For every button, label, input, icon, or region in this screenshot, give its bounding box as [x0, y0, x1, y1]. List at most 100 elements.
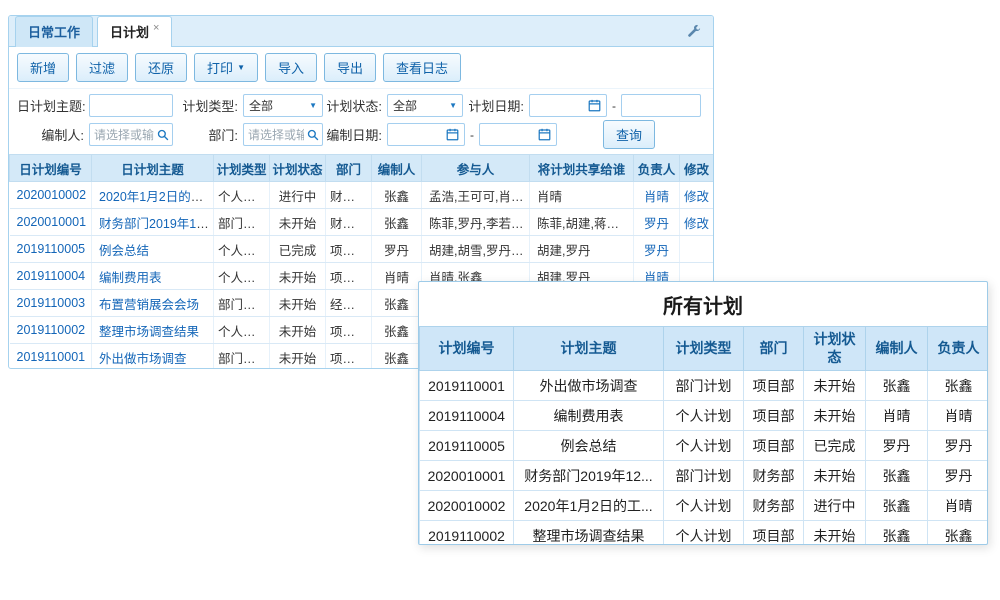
status-select[interactable]: 全部 ▼ — [387, 94, 463, 117]
search-icon[interactable] — [307, 129, 319, 141]
type-select[interactable]: 全部 ▼ — [243, 94, 323, 117]
plan-date-to-input[interactable] — [621, 94, 701, 117]
column-header-9[interactable]: 负责人 — [634, 155, 680, 182]
subject-link[interactable]: 外出做市场调查 — [99, 352, 187, 366]
table-row[interactable]: 20200100022020年1月2日的工作日...个人计划进行中财务部张鑫孟浩… — [10, 182, 714, 209]
cell-type: 部门计划 — [214, 290, 270, 317]
cell-participants: 孟浩,王可可,肖晴,张鑫 — [422, 182, 530, 209]
tab-label: 日常工作 — [28, 22, 80, 41]
subject-link[interactable]: 2020年1月2日的工作日... — [99, 190, 214, 204]
toolbar-button-6[interactable]: 导出 — [324, 53, 376, 82]
search-icon[interactable] — [157, 129, 169, 141]
cell-subject[interactable]: 布置营销展会会场 — [92, 290, 214, 317]
toolbar-button-label: 过滤 — [89, 58, 115, 77]
calendar-icon[interactable] — [538, 128, 551, 141]
cell-id[interactable]: 2019110005 — [10, 236, 92, 263]
compile-date-label: 编制日期: — [323, 125, 387, 144]
toolbar-button-3[interactable]: 还原 — [135, 53, 187, 82]
modify-link[interactable]: 修改 — [684, 190, 709, 204]
column-header-3[interactable]: 计划类型 — [214, 155, 270, 182]
toolbar-button-7[interactable]: 查看日志 — [383, 53, 461, 82]
id-link[interactable]: 2020010002 — [17, 188, 87, 202]
toolbar-button-4[interactable]: 打印▼ — [194, 53, 258, 82]
toolbar-button-5[interactable]: 导入 — [265, 53, 317, 82]
id-link[interactable]: 2019110002 — [17, 323, 86, 337]
cell-id[interactable]: 2019110002 — [10, 317, 92, 344]
id-link[interactable]: 2019110005 — [17, 242, 86, 256]
cell-4: 项目部 — [744, 431, 804, 461]
table-row[interactable]: 2019110005例会总结个人计划项目部已完成罗丹罗丹 — [420, 431, 989, 461]
calendar-icon[interactable] — [446, 128, 459, 141]
cell-compiler: 张鑫 — [372, 317, 422, 344]
filter-row-1: 日计划主题: 计划类型: 全部 ▼ 计划状态: 全部 ▼ 计划日期: - — [17, 91, 705, 120]
table-row[interactable]: 2019110001外出做市场调查部门计划项目部未开始张鑫张鑫 — [420, 371, 989, 401]
calendar-icon[interactable] — [588, 99, 601, 112]
id-link[interactable]: 2019110001 — [17, 350, 86, 364]
cell-owner[interactable]: 罗丹 — [634, 236, 680, 263]
tab-bar: 日常工作 日计划 × — [9, 16, 713, 47]
cell-2: 整理市场调查结果 — [514, 521, 664, 546]
query-button[interactable]: 查询 — [603, 120, 655, 149]
cell-status: 未开始 — [270, 290, 326, 317]
toolbar-button-2[interactable]: 过滤 — [76, 53, 128, 82]
column-header-4[interactable]: 计划状态 — [270, 155, 326, 182]
owner-link[interactable]: 肖晴 — [644, 190, 669, 204]
cell-subject[interactable]: 2020年1月2日的工作日... — [92, 182, 214, 209]
cell-type: 个人计划 — [214, 236, 270, 263]
compile-date-from-input[interactable] — [387, 123, 465, 146]
id-link[interactable]: 2019110003 — [17, 296, 86, 310]
cell-subject[interactable]: 外出做市场调查 — [92, 344, 214, 370]
toolbar-button-1[interactable]: 新增 — [17, 53, 69, 82]
cell-id[interactable]: 2019110001 — [10, 344, 92, 370]
modify-link[interactable]: 修改 — [684, 217, 709, 231]
cell-subject[interactable]: 编制费用表 — [92, 263, 214, 290]
column-header-6[interactable]: 编制人 — [372, 155, 422, 182]
column-header-10[interactable]: 修改 — [680, 155, 714, 182]
compile-date-to-input[interactable] — [479, 123, 557, 146]
cell-4: 项目部 — [744, 401, 804, 431]
cell-owner[interactable]: 罗丹 — [634, 209, 680, 236]
id-link[interactable]: 2020010001 — [17, 215, 87, 229]
owner-link[interactable]: 罗丹 — [644, 217, 669, 231]
cell-4: 财务部 — [744, 461, 804, 491]
date-separator: - — [612, 99, 616, 113]
wrench-icon[interactable] — [681, 24, 707, 38]
column-header-1[interactable]: 日计划编号 — [10, 155, 92, 182]
close-icon[interactable]: × — [153, 22, 159, 34]
subject-link[interactable]: 例会总结 — [99, 244, 149, 258]
cell-subject[interactable]: 整理市场调查结果 — [92, 317, 214, 344]
cell-id[interactable]: 2020010002 — [10, 182, 92, 209]
cell-participants: 陈菲,罗丹,李若若,罗... — [422, 209, 530, 236]
table-row[interactable]: 20200100022020年1月2日的工...个人计划财务部进行中张鑫肖晴 — [420, 491, 989, 521]
cell-modify[interactable]: 修改 — [680, 182, 714, 209]
column-header-2[interactable]: 日计划主题 — [92, 155, 214, 182]
plan-date-from-input[interactable] — [529, 94, 607, 117]
cell-owner[interactable]: 肖晴 — [634, 182, 680, 209]
cell-modify[interactable]: 修改 — [680, 209, 714, 236]
table-row[interactable]: 2020010001财务部门2019年12月的...部门计划未开始财务部张鑫陈菲… — [10, 209, 714, 236]
cell-2: 2020年1月2日的工... — [514, 491, 664, 521]
table-row[interactable]: 2019110005例会总结个人计划已完成项目部罗丹胡建,胡雪,罗丹,任晓...… — [10, 236, 714, 263]
table-header-row: 日计划编号日计划主题计划类型计划状态部门编制人参与人将计划共享给谁负责人修改 — [10, 155, 714, 182]
cell-subject[interactable]: 财务部门2019年12月的... — [92, 209, 214, 236]
cell-id[interactable]: 2019110003 — [10, 290, 92, 317]
column-header-7[interactable]: 参与人 — [422, 155, 530, 182]
owner-link[interactable]: 罗丹 — [644, 244, 669, 258]
subject-link[interactable]: 布置营销展会会场 — [99, 298, 199, 312]
table-row[interactable]: 2019110004编制费用表个人计划项目部未开始肖晴肖晴 — [420, 401, 989, 431]
tab-daily-work[interactable]: 日常工作 — [15, 16, 93, 47]
table-row[interactable]: 2020010001财务部门2019年12...部门计划财务部未开始张鑫罗丹 — [420, 461, 989, 491]
cell-3: 个人计划 — [664, 401, 744, 431]
subject-link[interactable]: 整理市场调查结果 — [99, 325, 199, 339]
subject-link[interactable]: 编制费用表 — [99, 271, 162, 285]
subject-input[interactable] — [89, 94, 173, 117]
cell-subject[interactable]: 例会总结 — [92, 236, 214, 263]
tab-daily-plan[interactable]: 日计划 × — [97, 16, 172, 47]
cell-id[interactable]: 2020010001 — [10, 209, 92, 236]
table-row[interactable]: 2019110002整理市场调查结果个人计划项目部未开始张鑫张鑫 — [420, 521, 989, 546]
cell-id[interactable]: 2019110004 — [10, 263, 92, 290]
id-link[interactable]: 2019110004 — [17, 269, 86, 283]
column-header-8[interactable]: 将计划共享给谁 — [530, 155, 634, 182]
column-header-5[interactable]: 部门 — [326, 155, 372, 182]
subject-link[interactable]: 财务部门2019年12月的... — [99, 217, 214, 231]
